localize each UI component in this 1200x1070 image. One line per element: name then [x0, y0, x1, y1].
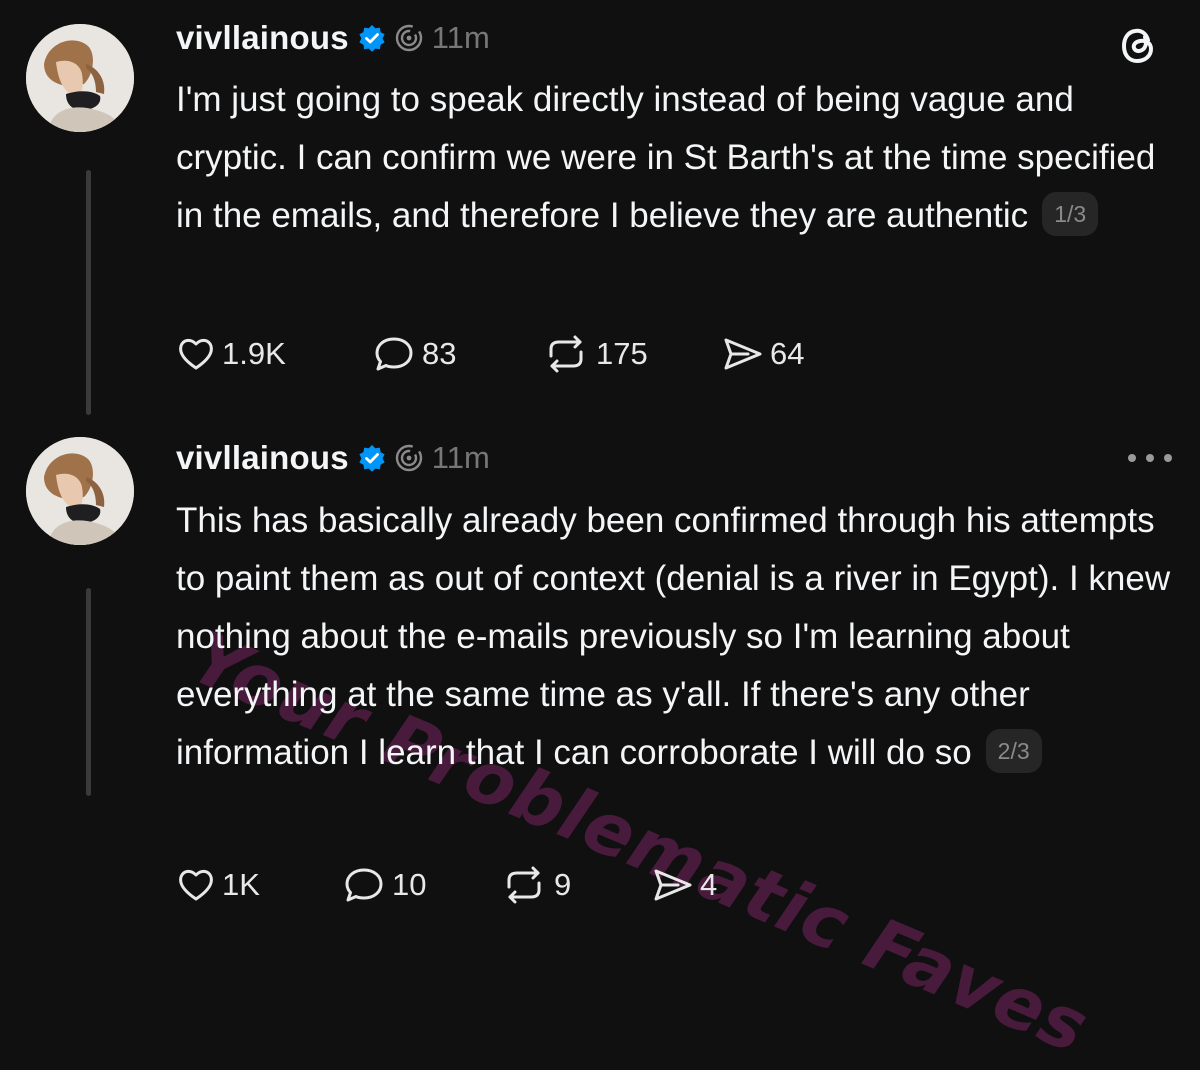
post-header: vivllainous 11m [176, 18, 490, 58]
reply-count: 10 [392, 867, 427, 902]
post-text: This has basically already been confirme… [176, 492, 1176, 782]
comment-icon [375, 337, 413, 371]
like-count: 1.9K [222, 336, 286, 371]
thread-spiral-icon [394, 443, 424, 473]
thread-post-1: vivllainous 11m I'm just going to speak … [0, 0, 1200, 420]
post-actions: 1.9K 83 175 64 [176, 334, 804, 374]
reply-count: 83 [422, 336, 457, 371]
post-time: 11m [431, 20, 490, 55]
heart-icon [179, 869, 213, 901]
share-count: 4 [700, 867, 718, 902]
verified-badge-icon [358, 444, 386, 472]
verified-badge-icon [358, 24, 386, 52]
send-icon [654, 869, 692, 901]
repost-count: 9 [554, 867, 572, 902]
thread-connector-line [86, 588, 91, 796]
share-button[interactable]: 64 [720, 334, 804, 374]
like-button[interactable]: 1K [176, 865, 342, 905]
repost-button[interactable]: 9 [500, 865, 650, 905]
reply-button[interactable]: 10 [342, 865, 500, 905]
thread-spiral-icon [394, 23, 424, 53]
share-button[interactable]: 4 [650, 865, 717, 905]
username[interactable]: vivllainous [176, 439, 349, 477]
repost-count: 175 [596, 336, 648, 371]
threads-logo-icon[interactable] [1118, 24, 1162, 68]
like-button[interactable]: 1.9K [176, 334, 372, 374]
share-count: 64 [770, 336, 805, 371]
more-options-button[interactable] [1128, 450, 1172, 466]
post-actions: 1K 10 9 4 [176, 865, 717, 905]
thread-pager: 1/3 [1042, 191, 1099, 236]
thread-pager: 2/3 [985, 728, 1042, 773]
repost-icon [507, 866, 541, 904]
post-header: vivllainous 11m [176, 438, 490, 478]
avatar[interactable] [26, 437, 134, 545]
thread-connector-line [86, 170, 91, 415]
post-time: 11m [431, 440, 490, 475]
heart-icon [179, 338, 213, 370]
repost-icon [549, 335, 583, 373]
reply-button[interactable]: 83 [372, 334, 542, 374]
more-dots-icon [1146, 454, 1154, 462]
more-dots-icon [1164, 454, 1172, 462]
thread-post-2: vivllainous 11m This has basically alrea… [0, 420, 1200, 933]
comment-icon [345, 868, 383, 902]
send-icon [724, 338, 762, 370]
avatar[interactable] [26, 24, 134, 132]
post-text: I'm just going to speak directly instead… [176, 71, 1176, 245]
more-dots-icon [1128, 454, 1136, 462]
post-body: I'm just going to speak directly instead… [176, 80, 1156, 235]
like-count: 1K [222, 867, 260, 902]
username[interactable]: vivllainous [176, 19, 349, 57]
repost-button[interactable]: 175 [542, 334, 720, 374]
